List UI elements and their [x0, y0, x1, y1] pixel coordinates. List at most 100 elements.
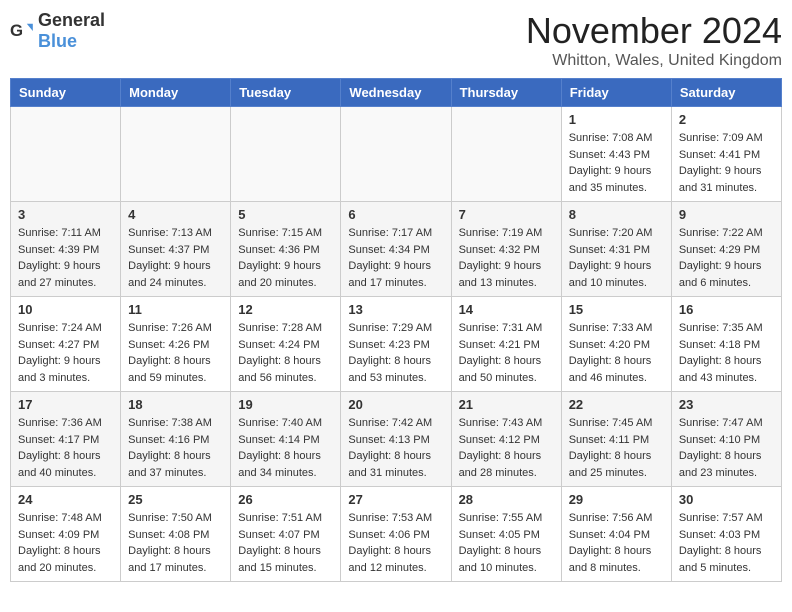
calendar-cell: 10 Sunrise: 7:24 AM Sunset: 4:27 PM Dayli… — [11, 297, 121, 392]
calendar-cell — [341, 107, 451, 202]
weekday-header: Thursday — [451, 79, 561, 107]
day-info: Sunrise: 7:57 AM Sunset: 4:03 PM Dayligh… — [679, 510, 774, 576]
logo: G General Blue — [10, 10, 105, 52]
day-info: Sunrise: 7:15 AM Sunset: 4:36 PM Dayligh… — [238, 225, 333, 291]
calendar-cell: 15Sunrise: 7:33 AM Sunset: 4:20 PM Dayli… — [561, 297, 671, 392]
day-number: 17 — [18, 397, 113, 412]
day-number: 29 — [569, 492, 664, 507]
day-info: Sunrise: 7:17 AM Sunset: 4:34 PM Dayligh… — [348, 225, 443, 291]
day-info: Sunrise: 7:29 AM Sunset: 4:23 PM Dayligh… — [348, 320, 443, 386]
day-number: 6 — [348, 207, 443, 222]
day-info: Sunrise: 7:09 AM Sunset: 4:41 PM Dayligh… — [679, 130, 774, 196]
calendar-cell: 24Sunrise: 7:48 AM Sunset: 4:09 PM Dayli… — [11, 487, 121, 582]
calendar-cell: 7 Sunrise: 7:19 AM Sunset: 4:32 PM Daylig… — [451, 202, 561, 297]
day-number: 14 — [459, 302, 554, 317]
calendar-cell: 12Sunrise: 7:28 AM Sunset: 4:24 PM Dayli… — [231, 297, 341, 392]
day-info: Sunrise: 7:51 AM Sunset: 4:07 PM Dayligh… — [238, 510, 333, 576]
calendar-cell: 6 Sunrise: 7:17 AM Sunset: 4:34 PM Daylig… — [341, 202, 451, 297]
weekday-header: Sunday — [11, 79, 121, 107]
day-info: Sunrise: 7:13 AM Sunset: 4:37 PM Dayligh… — [128, 225, 223, 291]
calendar-cell: 2 Sunrise: 7:09 AM Sunset: 4:41 PM Daylig… — [671, 107, 781, 202]
day-info: Sunrise: 7:40 AM Sunset: 4:14 PM Dayligh… — [238, 415, 333, 481]
calendar-cell: 29 Sunrise: 7:56 AM Sunset: 4:04 PM Dayli… — [561, 487, 671, 582]
day-number: 10 — [18, 302, 113, 317]
day-info: Sunrise: 7:35 AM Sunset: 4:18 PM Dayligh… — [679, 320, 774, 386]
day-number: 19 — [238, 397, 333, 412]
weekday-header: Saturday — [671, 79, 781, 107]
calendar-header-row: SundayMondayTuesdayWednesdayThursdayFrid… — [11, 79, 782, 107]
day-number: 9 — [679, 207, 774, 222]
calendar-cell: 5 Sunrise: 7:15 AM Sunset: 4:36 PM Daylig… — [231, 202, 341, 297]
day-number: 1 — [569, 112, 664, 127]
calendar-body: 1 Sunrise: 7:08 AM Sunset: 4:43 PM Daylig… — [11, 107, 782, 582]
day-number: 20 — [348, 397, 443, 412]
calendar-cell: 4 Sunrise: 7:13 AM Sunset: 4:37 PM Daylig… — [121, 202, 231, 297]
weekday-header: Monday — [121, 79, 231, 107]
day-info: Sunrise: 7:43 AM Sunset: 4:12 PM Dayligh… — [459, 415, 554, 481]
calendar-cell: 25 Sunrise: 7:50 AM Sunset: 4:08 PM Dayli… — [121, 487, 231, 582]
day-info: Sunrise: 7:50 AM Sunset: 4:08 PM Dayligh… — [128, 510, 223, 576]
day-number: 27 — [348, 492, 443, 507]
day-info: Sunrise: 7:56 AM Sunset: 4:04 PM Dayligh… — [569, 510, 664, 576]
day-info: Sunrise: 7:45 AM Sunset: 4:11 PM Dayligh… — [569, 415, 664, 481]
calendar-cell — [11, 107, 121, 202]
calendar-cell: 1 Sunrise: 7:08 AM Sunset: 4:43 PM Daylig… — [561, 107, 671, 202]
calendar-cell: 27 Sunrise: 7:53 AM Sunset: 4:06 PM Dayli… — [341, 487, 451, 582]
calendar-cell: 11 Sunrise: 7:26 AM Sunset: 4:26 PM Dayli… — [121, 297, 231, 392]
day-info: Sunrise: 7:48 AM Sunset: 4:09 PM Dayligh… — [18, 510, 113, 576]
day-info: Sunrise: 7:47 AM Sunset: 4:10 PM Dayligh… — [679, 415, 774, 481]
day-number: 22 — [569, 397, 664, 412]
day-number: 3 — [18, 207, 113, 222]
day-number: 25 — [128, 492, 223, 507]
day-info: Sunrise: 7:31 AM Sunset: 4:21 PM Dayligh… — [459, 320, 554, 386]
svg-text:G: G — [10, 21, 23, 40]
logo-icon: G — [10, 19, 34, 43]
calendar-week-row: 24Sunrise: 7:48 AM Sunset: 4:09 PM Dayli… — [11, 487, 782, 582]
day-info: Sunrise: 7:26 AM Sunset: 4:26 PM Dayligh… — [128, 320, 223, 386]
day-number: 18 — [128, 397, 223, 412]
weekday-header: Wednesday — [341, 79, 451, 107]
day-number: 30 — [679, 492, 774, 507]
calendar-cell: 20 Sunrise: 7:42 AM Sunset: 4:13 PM Dayli… — [341, 392, 451, 487]
calendar-cell — [451, 107, 561, 202]
day-number: 8 — [569, 207, 664, 222]
weekday-header: Friday — [561, 79, 671, 107]
calendar-cell: 17 Sunrise: 7:36 AM Sunset: 4:17 PM Dayli… — [11, 392, 121, 487]
calendar-cell: 3 Sunrise: 7:11 AM Sunset: 4:39 PM Daylig… — [11, 202, 121, 297]
day-number: 15 — [569, 302, 664, 317]
calendar-cell: 18Sunrise: 7:38 AM Sunset: 4:16 PM Dayli… — [121, 392, 231, 487]
day-info: Sunrise: 7:08 AM Sunset: 4:43 PM Dayligh… — [569, 130, 664, 196]
calendar-cell: 26 Sunrise: 7:51 AM Sunset: 4:07 PM Dayli… — [231, 487, 341, 582]
day-number: 7 — [459, 207, 554, 222]
calendar-cell — [121, 107, 231, 202]
day-info: Sunrise: 7:22 AM Sunset: 4:29 PM Dayligh… — [679, 225, 774, 291]
month-title: November 2024 — [526, 10, 782, 52]
calendar-cell — [231, 107, 341, 202]
day-info: Sunrise: 7:42 AM Sunset: 4:13 PM Dayligh… — [348, 415, 443, 481]
day-info: Sunrise: 7:11 AM Sunset: 4:39 PM Dayligh… — [18, 225, 113, 291]
calendar-week-row: 17 Sunrise: 7:36 AM Sunset: 4:17 PM Dayli… — [11, 392, 782, 487]
day-number: 4 — [128, 207, 223, 222]
day-info: Sunrise: 7:24 AM Sunset: 4:27 PM Dayligh… — [18, 320, 113, 386]
day-info: Sunrise: 7:36 AM Sunset: 4:17 PM Dayligh… — [18, 415, 113, 481]
calendar-table: SundayMondayTuesdayWednesdayThursdayFrid… — [10, 78, 782, 582]
logo-text-general: General — [38, 10, 105, 30]
calendar-cell: 30 Sunrise: 7:57 AM Sunset: 4:03 PM Dayli… — [671, 487, 781, 582]
day-number: 11 — [128, 302, 223, 317]
title-area: November 2024 Whitton, Wales, United Kin… — [526, 10, 782, 70]
day-number: 26 — [238, 492, 333, 507]
day-number: 28 — [459, 492, 554, 507]
day-number: 21 — [459, 397, 554, 412]
header: G General Blue November 2024 Whitton, Wa… — [10, 10, 782, 70]
location-title: Whitton, Wales, United Kingdom — [526, 52, 782, 70]
day-number: 2 — [679, 112, 774, 127]
calendar-week-row: 1 Sunrise: 7:08 AM Sunset: 4:43 PM Daylig… — [11, 107, 782, 202]
day-number: 5 — [238, 207, 333, 222]
day-info: Sunrise: 7:19 AM Sunset: 4:32 PM Dayligh… — [459, 225, 554, 291]
calendar-cell: 16 Sunrise: 7:35 AM Sunset: 4:18 PM Dayli… — [671, 297, 781, 392]
day-info: Sunrise: 7:53 AM Sunset: 4:06 PM Dayligh… — [348, 510, 443, 576]
calendar-cell: 28Sunrise: 7:55 AM Sunset: 4:05 PM Dayli… — [451, 487, 561, 582]
calendar-cell: 13Sunrise: 7:29 AM Sunset: 4:23 PM Dayli… — [341, 297, 451, 392]
day-number: 16 — [679, 302, 774, 317]
calendar-week-row: 3 Sunrise: 7:11 AM Sunset: 4:39 PM Daylig… — [11, 202, 782, 297]
